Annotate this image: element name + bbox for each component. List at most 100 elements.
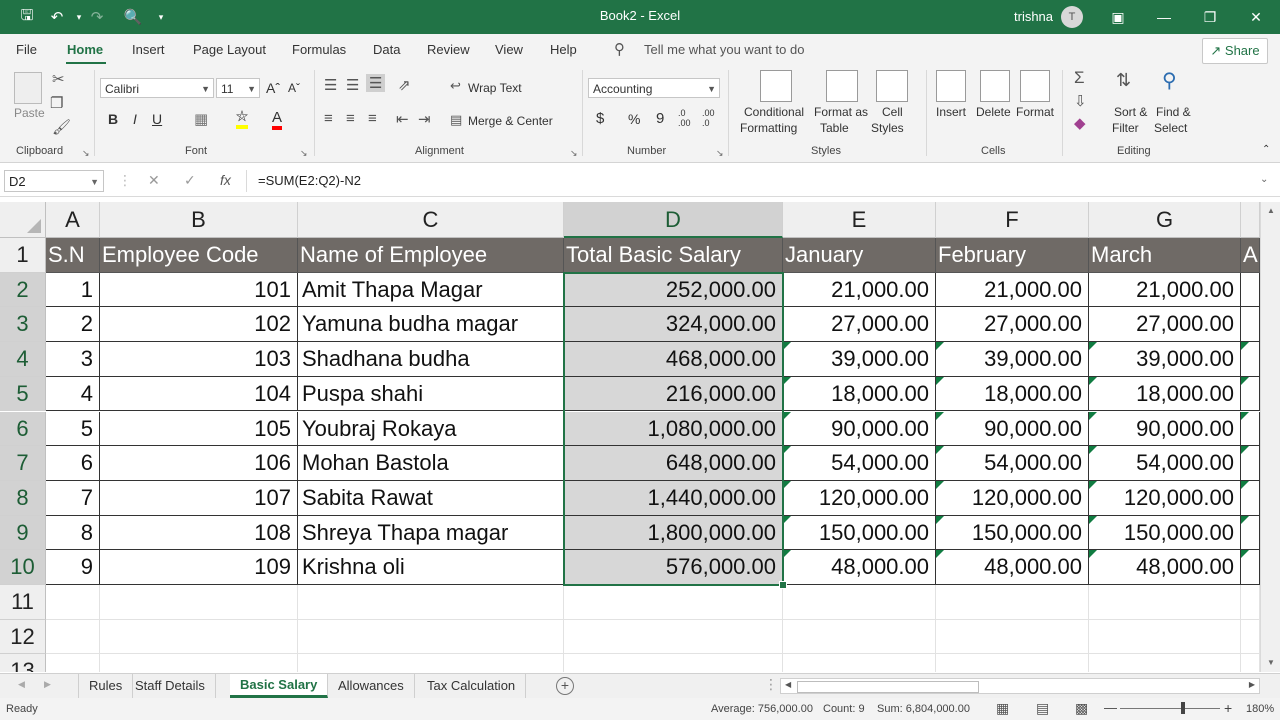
cut-icon[interactable]: ✂ [52,70,65,88]
tab-data[interactable]: Data [373,42,400,57]
insert-cells-icon[interactable] [936,70,966,102]
table-cell[interactable]: Shreya Thapa magar [298,515,564,551]
vertical-scrollbar[interactable]: ▲ ▼ [1260,202,1280,672]
wrap-text-button[interactable]: Wrap Text [468,81,522,95]
sort-filter-label-1[interactable]: Sort & [1114,105,1147,119]
name-box[interactable]: D2 ▼ [4,170,104,192]
sheet-tab-tax-calculation[interactable]: Tax Calculation [417,674,527,698]
number-format-combo[interactable]: Accounting ▼ [588,78,720,98]
tab-split-handle[interactable]: ⋮ [764,676,778,693]
horizontal-scroll-thumb[interactable] [797,681,979,693]
alignment-launcher-icon[interactable]: ↘ [570,148,578,159]
row-header[interactable]: 13 [0,654,46,672]
table-cell[interactable]: 4 [46,376,100,412]
table-cell[interactable] [1241,272,1260,308]
expand-formula-icon[interactable]: ⌄ [1260,174,1268,185]
align-middle-icon[interactable]: ☰ [346,76,359,94]
tab-help[interactable]: Help [550,42,577,57]
table-cell[interactable]: 150,000.00 [936,515,1089,551]
row-header[interactable]: 4 [0,342,46,377]
empty-cell[interactable] [1241,654,1260,672]
clipboard-launcher-icon[interactable]: ↘ [82,148,90,159]
insert-cells-button[interactable]: Insert [936,105,966,119]
header-cell[interactable]: Total Basic Salary [564,238,783,273]
comma-style-icon[interactable]: 9 [656,110,664,127]
table-cell[interactable]: 48,000.00 [783,550,936,585]
tell-me-search[interactable]: Tell me what you want to do [644,42,804,57]
format-painter-icon[interactable]: 🖌 [52,118,71,136]
table-cell[interactable]: 216,000.00 [564,376,783,412]
empty-cell[interactable] [936,585,1089,620]
page-break-view-icon[interactable]: ▩ [1075,700,1088,717]
table-cell[interactable]: 5 [46,411,100,447]
table-cell[interactable]: 18,000.00 [1089,376,1241,412]
tab-insert[interactable]: Insert [132,42,165,57]
formula-input[interactable]: =SUM(E2:Q2)-N2 [258,173,361,188]
zoom-out-icon[interactable]: — [1104,700,1117,715]
paste-button[interactable]: Paste [14,106,45,120]
row-header[interactable]: 9 [0,515,46,551]
increase-decimal-icon[interactable]: .0.00 [678,108,691,128]
table-cell[interactable] [1241,446,1260,481]
fill-handle[interactable] [779,581,787,589]
table-cell[interactable]: 54,000.00 [783,446,936,481]
conditional-formatting-label-2[interactable]: Formatting [740,121,797,135]
sheet-tab-staff-details[interactable]: Staff Details [125,674,216,698]
table-cell[interactable]: 21,000.00 [1089,272,1241,308]
font-size-combo[interactable]: 11 ▼ [216,78,260,98]
empty-cell[interactable] [1241,619,1260,655]
table-cell[interactable]: 648,000.00 [564,446,783,481]
tab-review[interactable]: Review [427,42,470,57]
merge-center-button[interactable]: Merge & Center [468,114,553,128]
increase-font-icon[interactable]: Aˆ [266,80,280,96]
table-cell[interactable]: Sabita Rawat [298,480,564,516]
increase-indent-icon[interactable]: ⇥ [418,110,431,128]
cell-styles-icon[interactable] [876,70,908,102]
share-button[interactable]: ↗ Share [1202,38,1268,64]
row-header[interactable]: 2 [0,272,46,308]
empty-cell[interactable] [100,585,298,620]
table-cell[interactable]: 576,000.00 [564,550,783,585]
scroll-up-icon[interactable]: ▲ [1267,206,1275,215]
table-cell[interactable]: 39,000.00 [936,342,1089,377]
borders-icon[interactable]: ▦ [194,110,208,128]
table-cell[interactable] [1241,376,1260,412]
align-center-icon[interactable]: ≡ [346,110,355,127]
header-cell[interactable]: January [783,238,936,273]
table-cell[interactable]: Shadhana budha [298,342,564,377]
table-cell[interactable]: 54,000.00 [1089,446,1241,481]
collapse-ribbon-icon[interactable]: ⌃ [1262,144,1270,155]
delete-cells-icon[interactable] [980,70,1010,102]
row-header[interactable]: 11 [0,585,46,620]
table-cell[interactable] [1241,307,1260,343]
cancel-entry-icon[interactable]: ✕ [148,172,160,189]
scroll-left-icon[interactable]: ◀ [785,680,791,689]
table-cell[interactable]: 1,080,000.00 [564,411,783,447]
table-cell[interactable]: 468,000.00 [564,342,783,377]
table-cell[interactable]: Yamuna budha magar [298,307,564,343]
table-cell[interactable]: 27,000.00 [936,307,1089,343]
empty-cell[interactable] [783,654,936,672]
empty-cell[interactable] [564,654,783,672]
confirm-entry-icon[interactable]: ✓ [184,172,196,189]
autosum-icon[interactable]: Σ [1074,68,1085,88]
table-cell[interactable]: 108 [100,515,298,551]
row-header[interactable]: 6 [0,411,46,447]
prev-sheet-icon[interactable]: ◀ [18,679,25,690]
decrease-indent-icon[interactable]: ⇤ [396,110,409,128]
table-cell[interactable]: 21,000.00 [936,272,1089,308]
empty-cell[interactable] [564,619,783,655]
scroll-right-icon[interactable]: ▶ [1249,680,1255,689]
copy-icon[interactable]: ❐ [50,94,63,112]
italic-icon[interactable]: I [133,111,137,127]
ribbon-display-options-icon[interactable]: ▣ [1106,5,1130,29]
sort-filter-label-2[interactable]: Filter [1112,121,1139,135]
zoom-slider-thumb[interactable] [1181,702,1185,714]
font-launcher-icon[interactable]: ↘ [300,148,308,159]
find-select-label-1[interactable]: Find & [1156,105,1191,119]
delete-cells-button[interactable]: Delete [976,105,1011,119]
decrease-font-icon[interactable]: Aˇ [288,81,300,95]
tab-page-layout[interactable]: Page Layout [193,42,266,57]
zoom-in-icon[interactable]: + [1224,700,1232,716]
header-cell[interactable]: Name of Employee [298,238,564,273]
